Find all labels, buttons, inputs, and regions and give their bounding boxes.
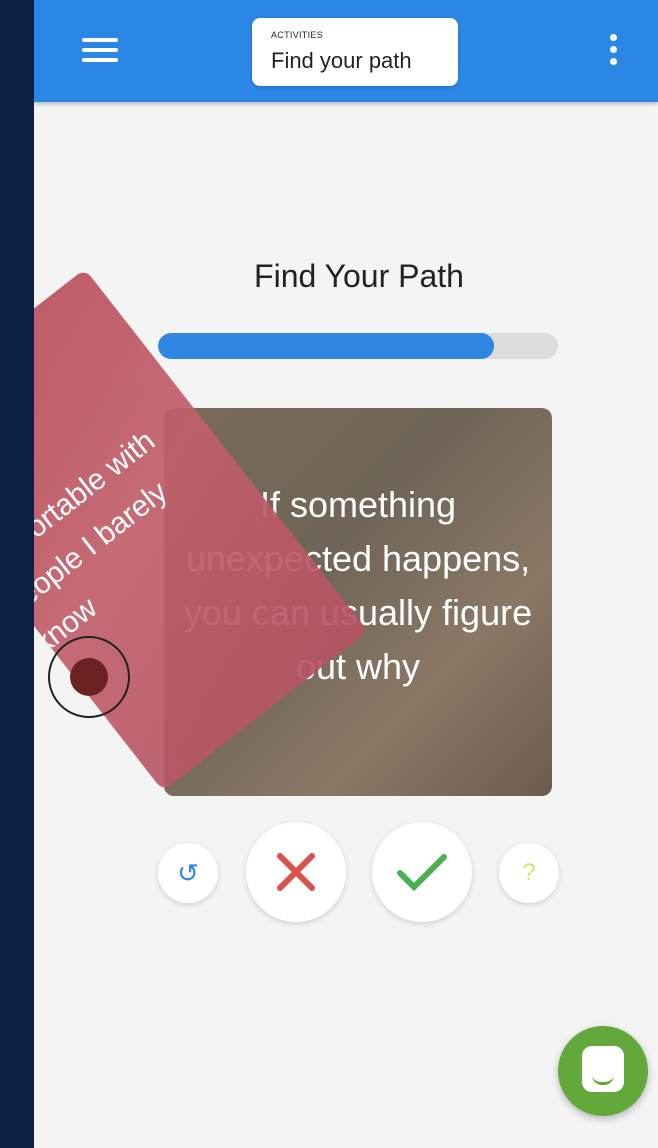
- chat-bubble-icon: [582, 1046, 624, 1092]
- hamburger-menu-icon[interactable]: [82, 38, 122, 66]
- check-icon: [397, 854, 447, 892]
- chip-section-label: ACTIVITIES: [271, 30, 324, 40]
- undo-icon: ↺: [177, 857, 199, 888]
- more-options-icon[interactable]: [608, 34, 618, 70]
- record-icon: [48, 636, 130, 718]
- undo-button[interactable]: ↺: [158, 843, 218, 903]
- close-icon: [277, 853, 315, 891]
- progress-bar-fill: [158, 333, 494, 359]
- app-bar: ACTIVITIES Find your path: [34, 0, 658, 102]
- help-button[interactable]: ?: [499, 843, 559, 903]
- phone-screen: ACTIVITIES Find your path Find Your Path…: [34, 0, 658, 1148]
- chat-button[interactable]: [558, 1026, 648, 1116]
- accept-button[interactable]: [372, 822, 472, 922]
- page-title: Find Your Path: [254, 258, 464, 294]
- reject-button[interactable]: [246, 822, 346, 922]
- chip-title: Find your path: [271, 48, 412, 73]
- title-chip[interactable]: ACTIVITIES Find your path: [252, 18, 458, 86]
- help-icon: ?: [522, 859, 536, 886]
- progress-bar: [158, 333, 558, 359]
